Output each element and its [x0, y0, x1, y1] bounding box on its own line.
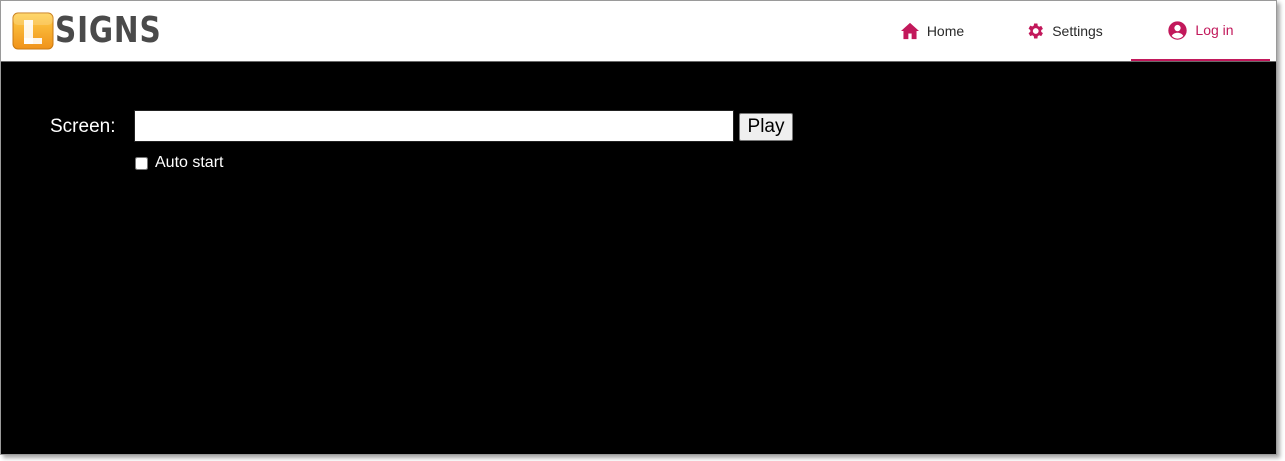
autostart-option[interactable]: Auto start — [135, 154, 223, 172]
top-navbar: SIGNS Home Settings Log in — [1, 1, 1276, 62]
signs-logo-icon — [12, 12, 54, 50]
home-icon — [900, 22, 919, 40]
nav-home-label: Home — [926, 23, 965, 39]
logo-text: SIGNS — [55, 10, 162, 51]
autostart-label: Auto start — [155, 154, 224, 171]
nav-settings[interactable]: Settings — [997, 1, 1131, 61]
nav-login-label: Log in — [1195, 22, 1234, 38]
nav-login[interactable]: Log in — [1131, 1, 1270, 61]
main-content: Screen: Play Auto start — [1, 62, 1276, 454]
nav-home[interactable]: Home — [867, 1, 997, 61]
app-window: SIGNS Home Settings Log in Screen: Play … — [0, 0, 1277, 455]
play-button[interactable]: Play — [739, 113, 793, 141]
autostart-checkbox[interactable] — [135, 156, 148, 170]
screen-label: Screen: — [50, 116, 116, 137]
gear-icon — [1028, 23, 1044, 39]
app-logo[interactable]: SIGNS — [12, 11, 185, 51]
screen-input[interactable] — [134, 110, 734, 142]
account-circle-icon — [1168, 20, 1188, 40]
nav-settings-label: Settings — [1052, 23, 1103, 39]
main-nav: Home Settings Log in — [867, 1, 1270, 61]
